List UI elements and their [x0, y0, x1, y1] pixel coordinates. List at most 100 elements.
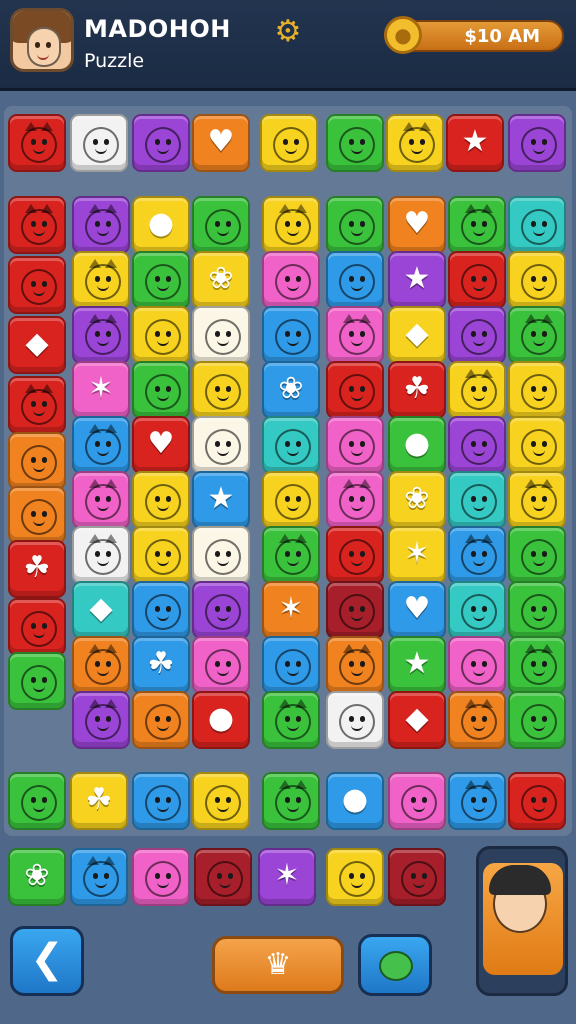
- tile[interactable]: [8, 652, 66, 710]
- tile[interactable]: [326, 691, 384, 749]
- tile[interactable]: ★: [388, 251, 446, 309]
- tile[interactable]: [508, 636, 566, 694]
- tile[interactable]: [132, 691, 190, 749]
- tile[interactable]: [262, 772, 320, 830]
- tile[interactable]: ☘: [8, 540, 66, 598]
- helper-character-button[interactable]: [476, 846, 568, 996]
- tile[interactable]: [192, 581, 250, 639]
- tile[interactable]: [72, 636, 130, 694]
- tile[interactable]: [8, 598, 66, 656]
- tile[interactable]: [508, 471, 566, 529]
- tile[interactable]: ●: [192, 691, 250, 749]
- tile[interactable]: ❀: [388, 471, 446, 529]
- tile[interactable]: [388, 848, 446, 906]
- tile[interactable]: [508, 526, 566, 584]
- tile[interactable]: [448, 471, 506, 529]
- tile[interactable]: [132, 306, 190, 364]
- tile[interactable]: [132, 848, 190, 906]
- tile[interactable]: [448, 361, 506, 419]
- tile[interactable]: [326, 196, 384, 254]
- tile[interactable]: [72, 306, 130, 364]
- tile[interactable]: [508, 691, 566, 749]
- tile[interactable]: [72, 196, 130, 254]
- tile[interactable]: [262, 526, 320, 584]
- tile[interactable]: [448, 636, 506, 694]
- tile[interactable]: ✶: [388, 526, 446, 584]
- tile[interactable]: ◆: [72, 581, 130, 639]
- tile[interactable]: [508, 772, 566, 830]
- tile[interactable]: [192, 416, 250, 474]
- tile[interactable]: ☘: [388, 361, 446, 419]
- tile[interactable]: [508, 114, 566, 172]
- tile[interactable]: ◆: [388, 691, 446, 749]
- tile[interactable]: [260, 114, 318, 172]
- tile[interactable]: [326, 361, 384, 419]
- tile[interactable]: [70, 114, 128, 172]
- tile[interactable]: [192, 772, 250, 830]
- tile[interactable]: ●: [132, 196, 190, 254]
- tile[interactable]: [508, 361, 566, 419]
- tile[interactable]: [192, 306, 250, 364]
- tile[interactable]: [262, 636, 320, 694]
- tile[interactable]: ♥: [192, 114, 250, 172]
- tile[interactable]: [72, 416, 130, 474]
- tile[interactable]: ❀: [8, 848, 66, 906]
- tile[interactable]: [132, 251, 190, 309]
- tile[interactable]: [448, 526, 506, 584]
- tile[interactable]: [132, 526, 190, 584]
- tile[interactable]: ❀: [192, 251, 250, 309]
- tile[interactable]: [8, 196, 66, 254]
- tile[interactable]: ❀: [262, 361, 320, 419]
- tile[interactable]: [72, 691, 130, 749]
- tile[interactable]: [326, 416, 384, 474]
- player-avatar[interactable]: [10, 8, 74, 72]
- tile[interactable]: [262, 306, 320, 364]
- tile[interactable]: [326, 636, 384, 694]
- tile[interactable]: [448, 691, 506, 749]
- tile[interactable]: [326, 251, 384, 309]
- tile[interactable]: [262, 471, 320, 529]
- tile[interactable]: [8, 114, 66, 172]
- tile[interactable]: ◆: [8, 316, 66, 374]
- tile[interactable]: [192, 361, 250, 419]
- tile[interactable]: [132, 471, 190, 529]
- back-button[interactable]: ❮: [10, 926, 84, 996]
- tile[interactable]: ✶: [72, 361, 130, 419]
- tile[interactable]: [508, 581, 566, 639]
- tile[interactable]: ♥: [132, 416, 190, 474]
- tile[interactable]: [448, 581, 506, 639]
- tile[interactable]: [326, 471, 384, 529]
- tile[interactable]: [326, 306, 384, 364]
- tile[interactable]: [8, 486, 66, 544]
- tile[interactable]: [72, 471, 130, 529]
- tile[interactable]: ◆: [388, 306, 446, 364]
- tile[interactable]: [448, 251, 506, 309]
- tile[interactable]: [72, 526, 130, 584]
- tile[interactable]: [132, 581, 190, 639]
- tile[interactable]: [192, 196, 250, 254]
- tile[interactable]: [8, 256, 66, 314]
- tile[interactable]: ☘: [70, 772, 128, 830]
- tile[interactable]: [326, 581, 384, 639]
- tile[interactable]: [192, 636, 250, 694]
- tile[interactable]: ★: [388, 636, 446, 694]
- tile[interactable]: ✶: [258, 848, 316, 906]
- tile[interactable]: [508, 306, 566, 364]
- tile[interactable]: ●: [326, 772, 384, 830]
- tile[interactable]: [508, 196, 566, 254]
- tile[interactable]: [448, 306, 506, 364]
- tile[interactable]: [262, 196, 320, 254]
- tile[interactable]: ✶: [262, 581, 320, 639]
- tile[interactable]: [388, 772, 446, 830]
- tile[interactable]: [326, 848, 384, 906]
- tile[interactable]: ☘: [132, 636, 190, 694]
- tile[interactable]: [262, 251, 320, 309]
- tile[interactable]: [386, 114, 444, 172]
- tile[interactable]: ★: [192, 471, 250, 529]
- chat-button[interactable]: [358, 934, 432, 996]
- tile[interactable]: [8, 772, 66, 830]
- tile[interactable]: [132, 772, 190, 830]
- tile[interactable]: [262, 416, 320, 474]
- tile[interactable]: [194, 848, 252, 906]
- tile[interactable]: [72, 251, 130, 309]
